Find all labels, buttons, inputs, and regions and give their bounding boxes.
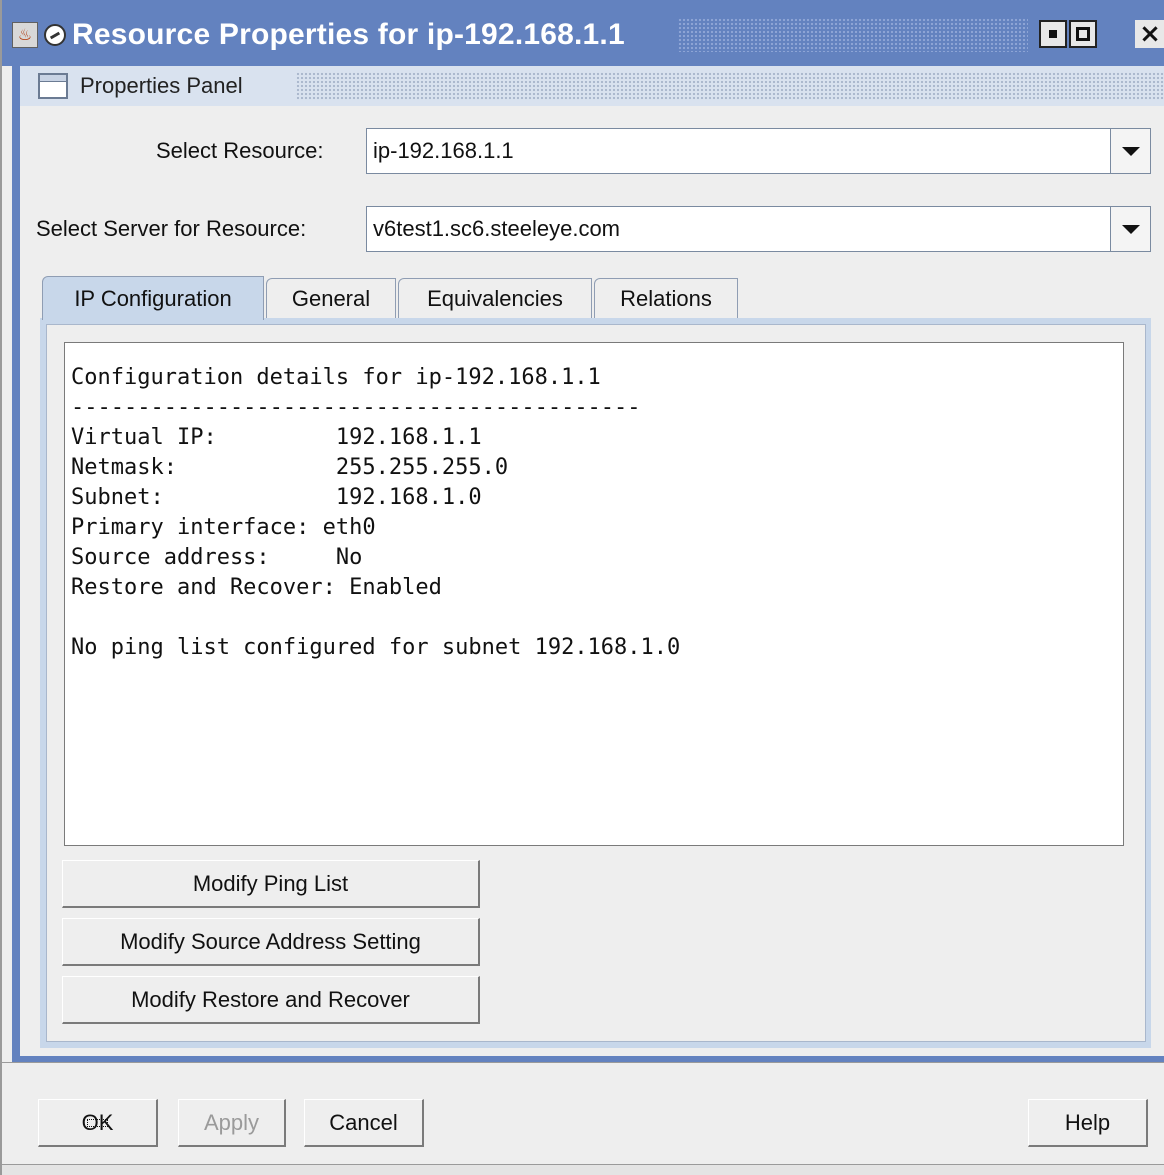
modify-source-address-button[interactable]: Modify Source Address Setting bbox=[62, 918, 480, 966]
java-icon[interactable]: ♨ bbox=[12, 21, 38, 48]
resource-properties-window: ♨ Resource Properties for ip-192.168.1.1… bbox=[0, 0, 1164, 1175]
tab-relations[interactable]: Relations bbox=[594, 278, 738, 318]
panel-title-bar[interactable]: Properties Panel bbox=[20, 66, 1164, 106]
ok-button-label: OK bbox=[78, 1110, 118, 1136]
select-resource-value: ip-192.168.1.1 bbox=[373, 138, 514, 163]
select-server-value: v6test1.sc6.steeleye.com bbox=[373, 216, 621, 241]
window-icon bbox=[38, 73, 68, 99]
close-button[interactable]: × bbox=[1135, 19, 1164, 49]
title-bar-grip bbox=[678, 18, 1028, 52]
configuration-details-text[interactable]: Configuration details for ip-192.168.1.1… bbox=[64, 342, 1124, 846]
chevron-down-icon[interactable] bbox=[1110, 207, 1150, 251]
close-icon: × bbox=[1139, 19, 1161, 49]
title-bar[interactable]: ♨ Resource Properties for ip-192.168.1.1… bbox=[2, 0, 1164, 66]
window-bottom-edge bbox=[2, 1164, 1164, 1175]
maximize-icon bbox=[1076, 27, 1090, 41]
ok-button[interactable]: OK bbox=[38, 1099, 158, 1147]
tab-ip-configuration[interactable]: IP Configuration bbox=[42, 276, 264, 320]
tab-equivalencies[interactable]: Equivalencies bbox=[398, 278, 592, 318]
dialog-button-bar bbox=[2, 1062, 1164, 1175]
select-resource-combo[interactable]: ip-192.168.1.1 bbox=[366, 128, 1151, 174]
minimize-icon bbox=[1049, 30, 1057, 38]
maximize-button[interactable] bbox=[1069, 20, 1097, 48]
title-bar-left: ♨ Resource Properties for ip-192.168.1.1 bbox=[12, 12, 692, 57]
apply-button[interactable]: Apply bbox=[178, 1099, 286, 1147]
panel-title-grip bbox=[296, 72, 1164, 100]
window-title: Resource Properties for ip-192.168.1.1 bbox=[72, 17, 625, 51]
minimize-button[interactable] bbox=[1039, 20, 1067, 48]
modify-restore-recover-button[interactable]: Modify Restore and Recover bbox=[62, 976, 480, 1024]
select-server-label: Select Server for Resource: bbox=[36, 216, 307, 241]
select-server-combo[interactable]: v6test1.sc6.steeleye.com bbox=[366, 206, 1151, 252]
tab-general[interactable]: General bbox=[266, 278, 396, 318]
panel-title: Properties Panel bbox=[80, 73, 243, 98]
modify-ping-list-button[interactable]: Modify Ping List bbox=[62, 860, 480, 908]
chevron-down-icon[interactable] bbox=[1110, 129, 1150, 173]
select-resource-label: Select Resource: bbox=[156, 138, 324, 163]
cancel-button[interactable]: Cancel bbox=[304, 1099, 424, 1147]
app-icon bbox=[44, 23, 66, 46]
help-button[interactable]: Help bbox=[1028, 1099, 1148, 1147]
